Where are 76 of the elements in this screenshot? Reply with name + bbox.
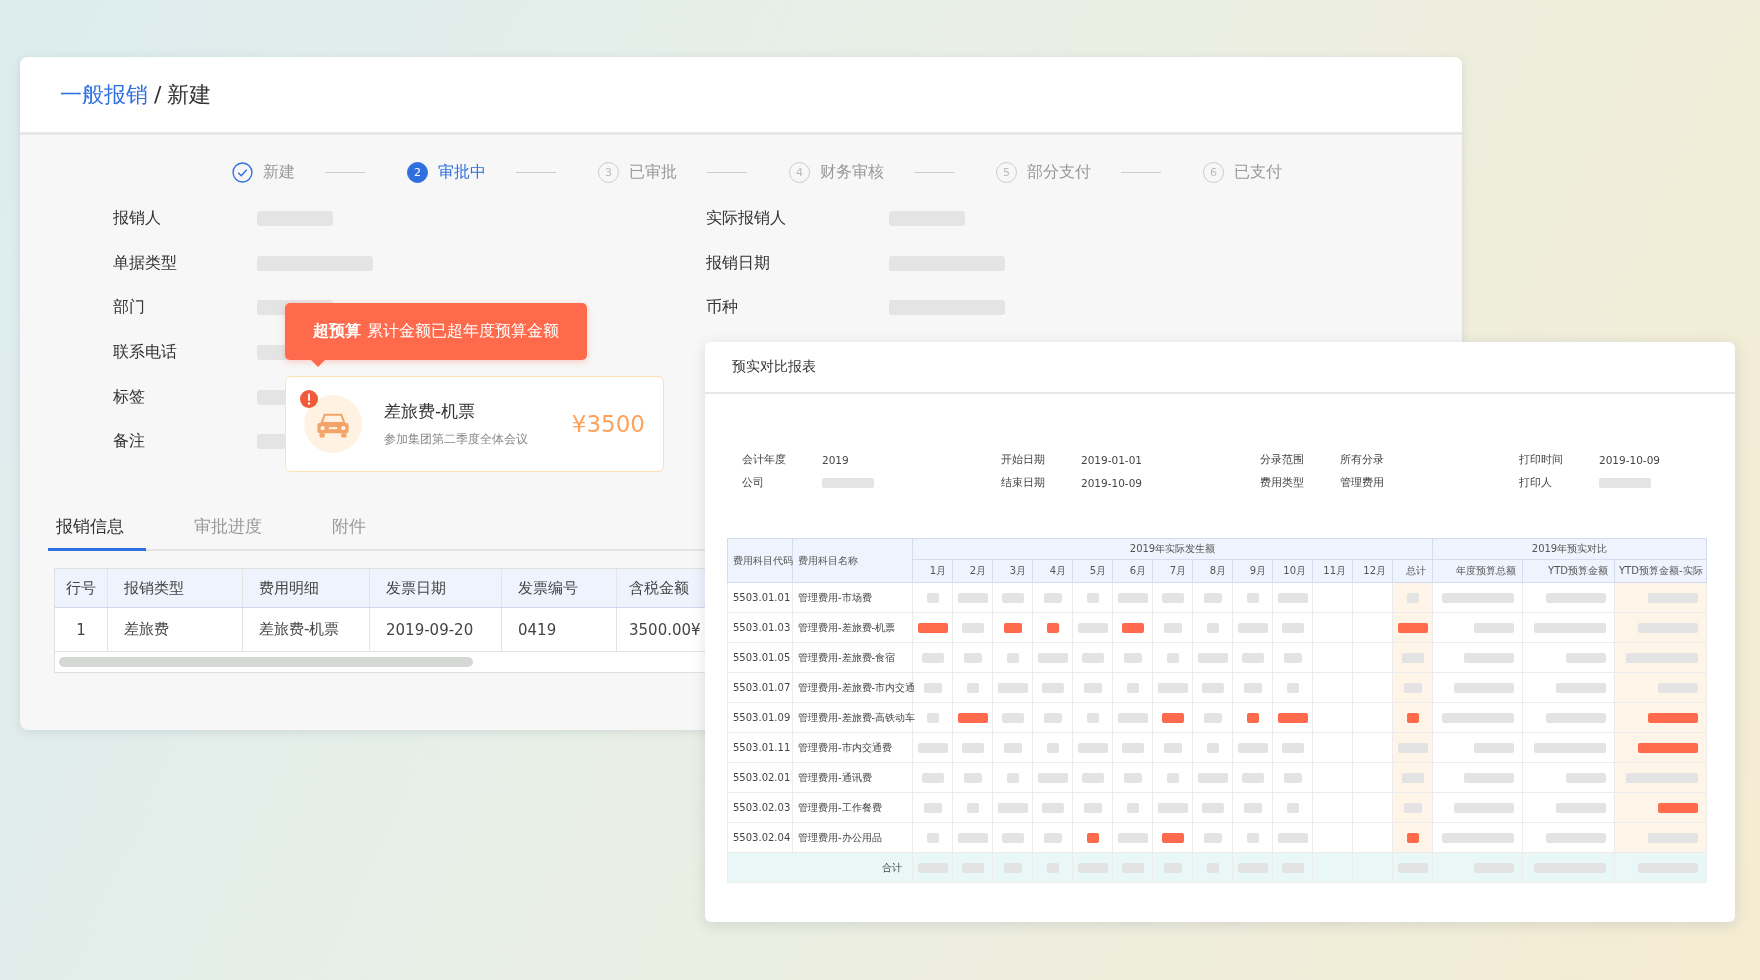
step-label: 新建 [263,161,295,183]
step-label: 财务审核 [820,161,884,183]
expense-amount: ¥3500 [571,411,645,437]
column-header: 发票编号 [501,569,617,608]
info-label: 分录范围 [1260,453,1305,467]
table-cell: 5503.01.11 [727,732,793,763]
table-cell: 管理费用-差旅费-食宿 [792,642,913,673]
report-title: 预实对比报表 [732,358,816,376]
car-icon [304,395,362,453]
info-label: 费用类型 [1260,476,1305,490]
column-header: 行号 [55,569,108,608]
table-cell: 5503.02.03 [727,792,793,823]
column-group-header: 2019年预实对比 [1432,538,1707,560]
info-value: 管理费用 [1340,476,1384,490]
field-label: 联系电话 [113,341,178,363]
column-header: 发票日期 [369,569,502,608]
step-label: 已审批 [629,161,677,183]
tab[interactable]: 附件 [324,509,422,551]
info-value: 2019-10-09 [1599,454,1661,466]
table-cell: 管理费用-市场费 [792,582,913,613]
field-label: 报销日期 [706,252,771,274]
table-cell: 管理费用-差旅费-市内交通 [792,672,913,703]
field-label: 币种 [706,297,739,319]
column-header: 费用科目代码 [727,538,793,583]
breadcrumb-link[interactable]: 一般报销 [60,79,148,110]
scrollbar[interactable] [59,657,473,667]
table-cell: 管理费用-工作餐费 [792,792,913,823]
expense-note: 参加集团第二季度全体会议 [384,431,529,448]
table-cell: 1 [55,607,108,652]
table-cell: 5503.01.01 [727,582,793,613]
info-label: 打印时间 [1519,453,1564,467]
field-label: 报销人 [113,207,162,229]
table-cell: 5503.01.03 [727,612,793,643]
table-cell: 管理费用-差旅费-高铁动车 [792,702,913,733]
table-cell: 2019-09-20 [369,607,502,652]
table-cell: 0419 [501,607,617,652]
table-cell: 差旅费-机票 [242,607,370,652]
info-value: 2019-01-01 [1081,454,1143,466]
table-cell: 管理费用-差旅费-机票 [792,612,913,643]
field-label: 单据类型 [113,252,178,274]
breadcrumb-separator: / [154,82,162,107]
step-label: 部分支付 [1027,161,1091,183]
expense-title: 差旅费-机票 [384,400,477,423]
info-value: 2019-10-09 [1081,477,1143,489]
tab[interactable]: 报销信息 [48,509,146,551]
table-cell: 管理费用-通讯费 [792,762,913,793]
field-label: 部门 [113,297,146,319]
column-header: 费用明细 [242,569,370,608]
info-label: 开始日期 [1001,453,1046,467]
table-cell: 5503.02.01 [727,762,793,793]
table-cell: 5503.01.09 [727,702,793,733]
table-cell: 差旅费 [107,607,243,652]
table-cell: 管理费用-市内交通费 [792,732,913,763]
field-label: 实际报销人 [706,207,787,229]
column-group-header: 2019年实际发生额 [912,538,1433,560]
info-label: 会计年度 [742,453,787,467]
tab[interactable]: 审批进度 [186,509,284,551]
info-label: 打印人 [1519,476,1553,490]
info-label: 公司 [742,476,765,490]
field-label: 备注 [113,431,146,453]
table-cell: 5503.01.07 [727,672,793,703]
field-label: 标签 [113,386,146,408]
page-title: 新建 [167,80,212,109]
step-number: 2 [407,161,428,183]
info-label: 结束日期 [1001,476,1046,490]
total-label: 合计 [727,852,913,883]
table-cell: 5503.01.05 [727,642,793,673]
column-header: 报销类型 [107,569,243,608]
info-value: 2019 [822,454,849,466]
step-label: 审批中 [438,161,486,183]
column-header: 费用科目名称 [792,538,913,583]
alert-message: 超预算 累计金额已超年度预算金额 [313,321,559,342]
table-cell: 管理费用-办公用品 [792,822,913,853]
table-cell: 5503.02.04 [727,822,793,853]
step-label: 已支付 [1234,161,1282,183]
info-value: 所有分录 [1340,453,1384,467]
